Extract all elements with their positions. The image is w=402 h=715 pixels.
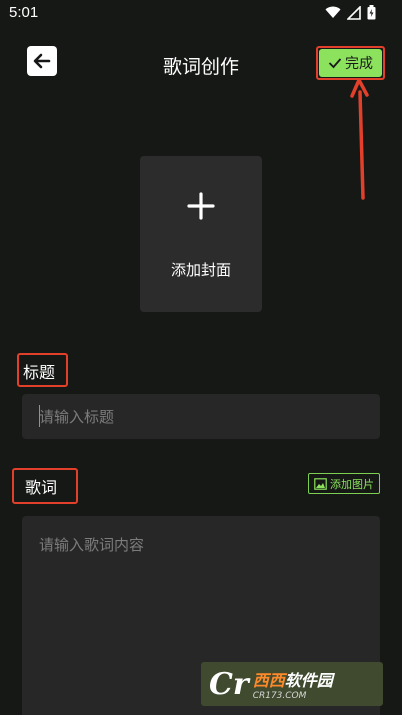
add-image-label: 添加图片 — [330, 477, 374, 491]
done-label: 完成 — [345, 56, 373, 72]
signal-icon — [347, 5, 361, 20]
check-icon — [328, 58, 342, 69]
lyrics-label: 歌词 — [25, 478, 58, 497]
text-caret — [39, 405, 40, 427]
watermark-logo: Cr 西西软件园 CR173.COM — [201, 662, 383, 706]
wifi-icon — [325, 6, 341, 18]
image-icon — [314, 477, 327, 490]
add-image-button[interactable]: 添加图片 — [308, 473, 380, 494]
watermark-name-highlight: 西西 — [252, 671, 285, 690]
battery-icon — [367, 5, 376, 20]
done-button[interactable]: 完成 — [319, 49, 382, 77]
status-time: 5:01 — [9, 4, 39, 21]
status-bar: 5:01 — [0, 0, 402, 28]
add-cover-button[interactable]: 添加封面 — [140, 156, 262, 312]
title-input[interactable] — [22, 394, 380, 439]
watermark-name-rest: 软件园 — [284, 671, 333, 690]
watermark-url: CR173.COM — [252, 691, 307, 701]
watermark-mark: Cr — [209, 666, 249, 702]
add-cover-label: 添加封面 — [170, 261, 231, 279]
title-label: 标题 — [23, 363, 56, 382]
plus-icon — [187, 192, 215, 220]
